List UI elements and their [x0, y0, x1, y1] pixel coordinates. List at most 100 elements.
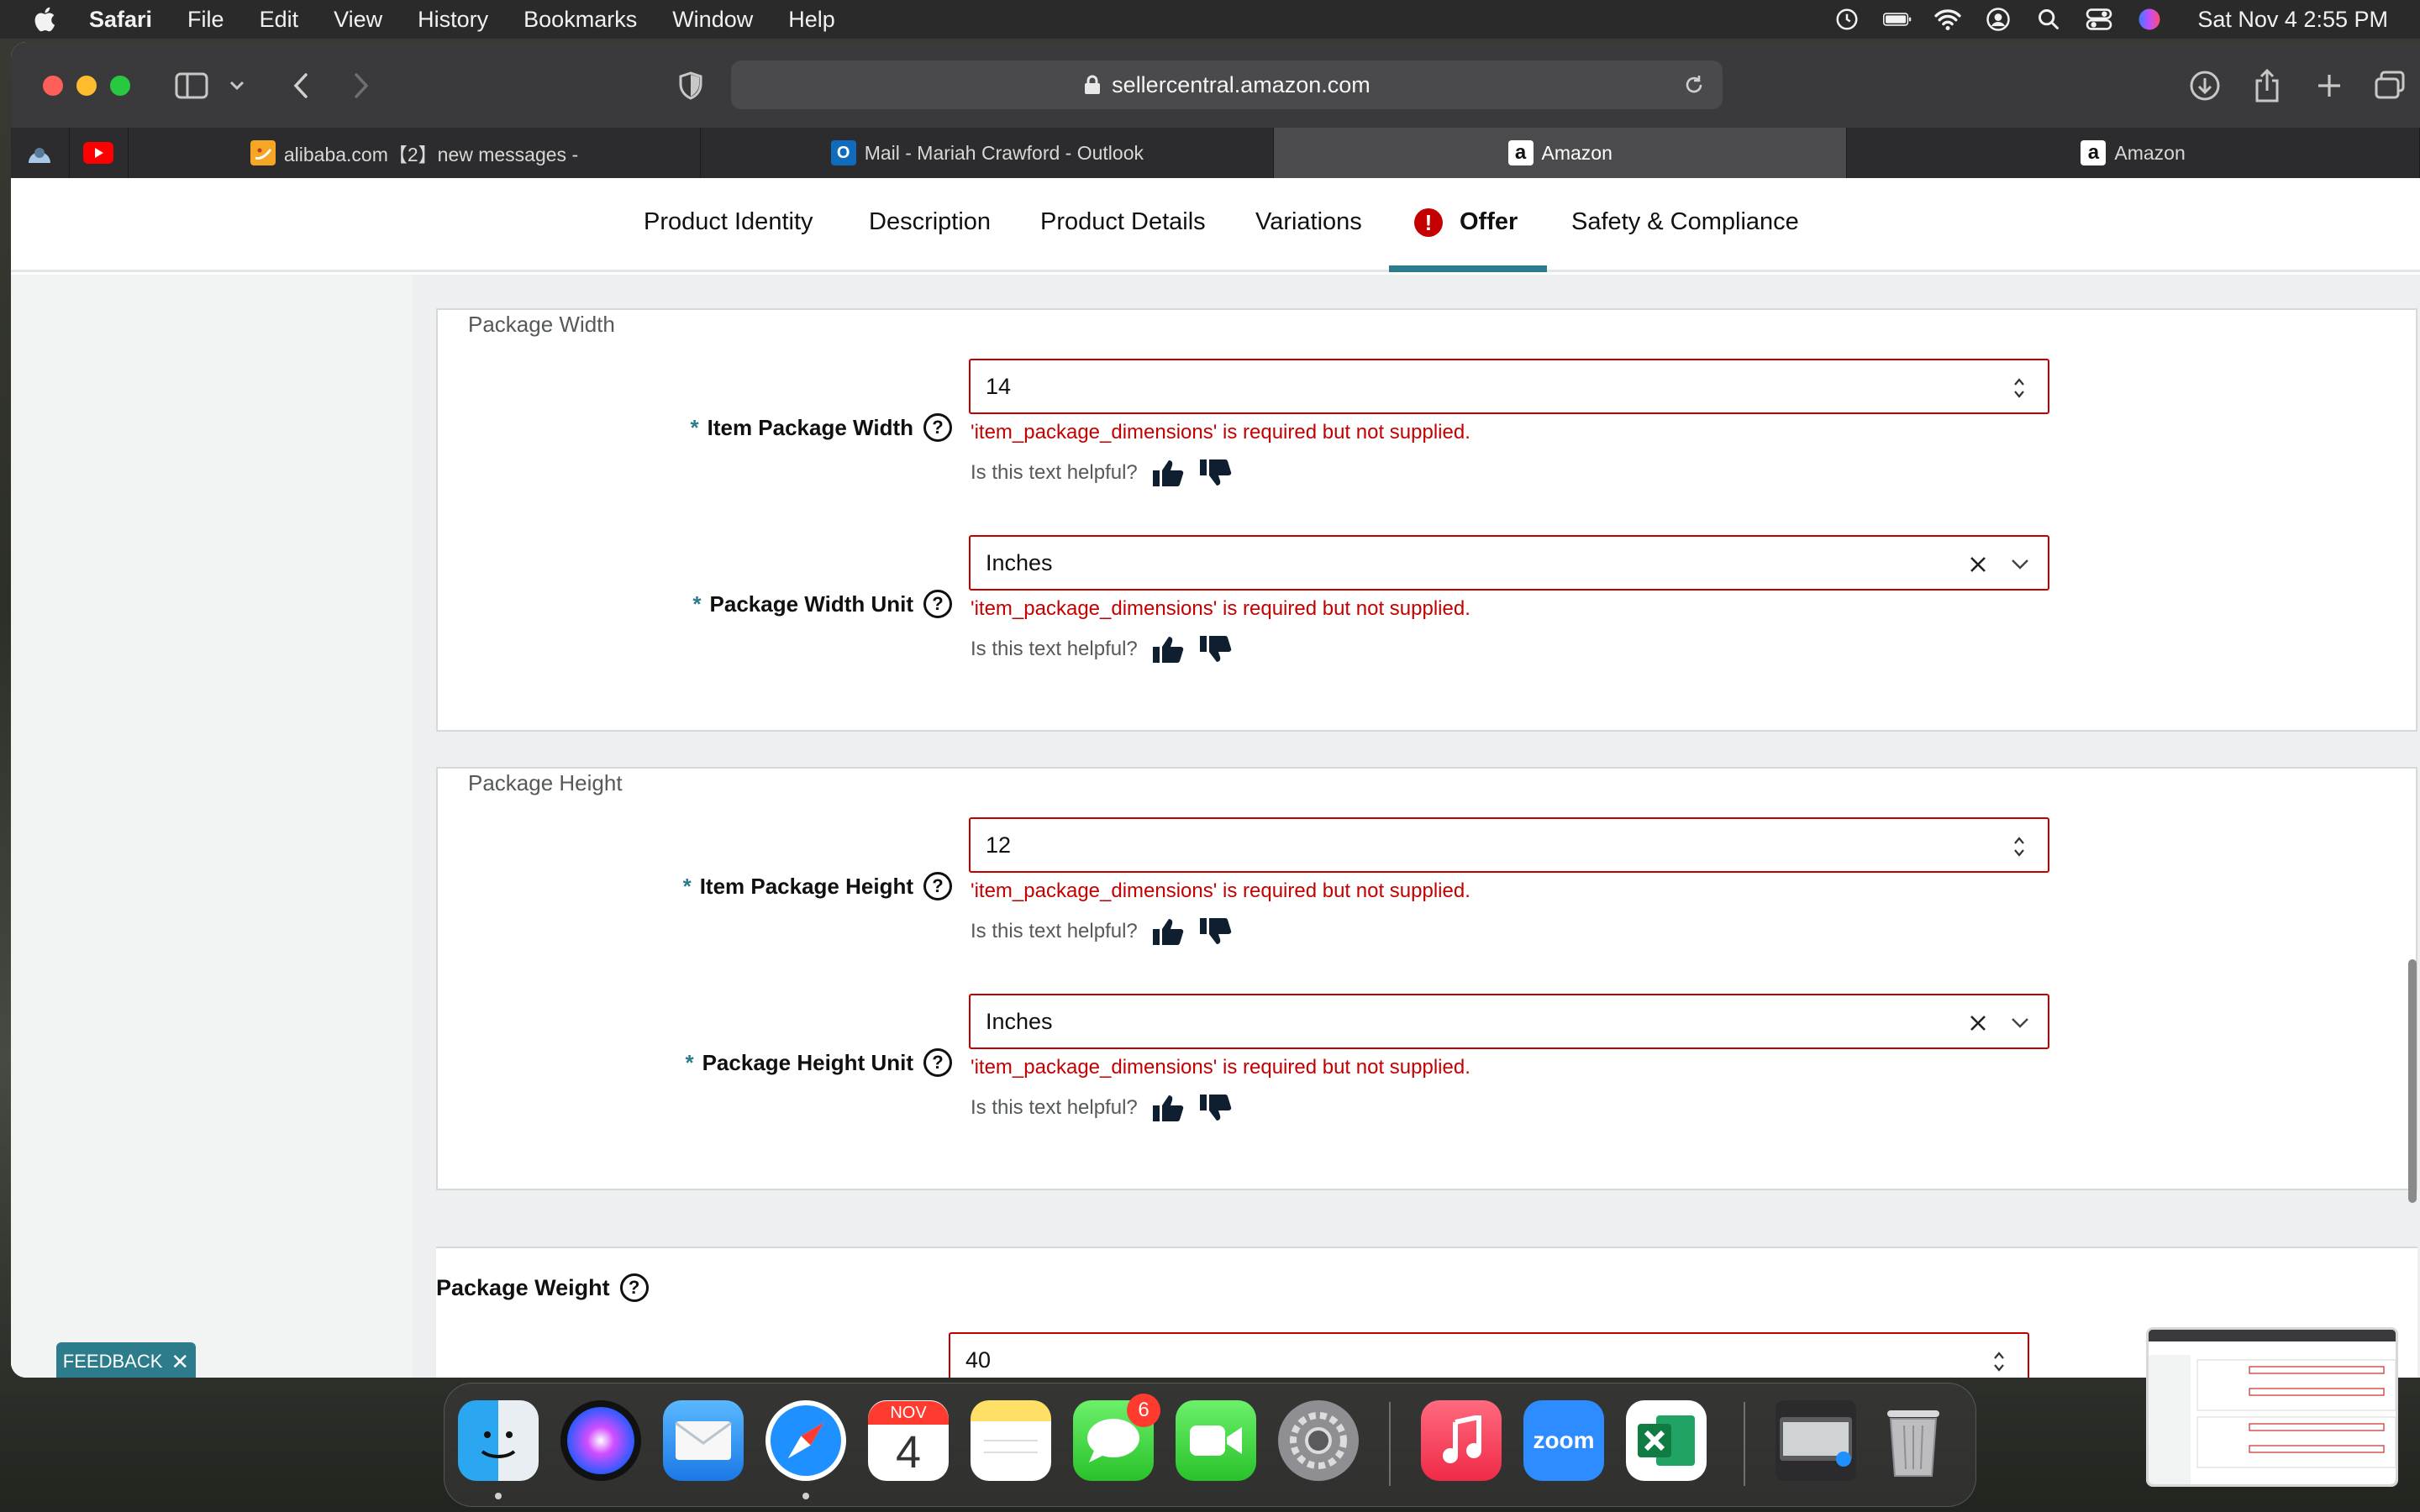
- menu-window[interactable]: Window: [672, 7, 753, 33]
- menu-clock[interactable]: Sat Nov 4 2:55 PM: [2197, 7, 2388, 33]
- help-icon[interactable]: ?: [923, 590, 952, 618]
- thumbs-up-icon[interactable]: [1151, 634, 1185, 664]
- tab-description[interactable]: Description: [869, 208, 991, 236]
- menu-app-name[interactable]: Safari: [89, 7, 152, 33]
- tab-alibaba[interactable]: alibaba.com【2】new messages -: [129, 128, 702, 178]
- help-icon[interactable]: ?: [923, 1048, 952, 1077]
- menu-help[interactable]: Help: [788, 7, 835, 33]
- tab-variations[interactable]: Variations: [1255, 208, 1362, 236]
- safari-icon[interactable]: [765, 1400, 846, 1481]
- screenshot-preview-thumbnail[interactable]: [2146, 1327, 2398, 1487]
- chevron-down-icon[interactable]: [2009, 1014, 2031, 1032]
- recent-window-icon[interactable]: [1776, 1400, 1856, 1481]
- calendar-icon[interactable]: NOV 4: [868, 1400, 949, 1481]
- chevron-down-icon[interactable]: [224, 66, 250, 106]
- active-tab-indicator: [1389, 265, 1547, 272]
- tab-outlook[interactable]: O Mail - Mariah Crawford - Outlook: [701, 128, 1275, 178]
- package-height-unit-select[interactable]: Inches: [969, 994, 2049, 1049]
- new-tab-icon[interactable]: [2308, 66, 2350, 106]
- item-package-width-label: * Item Package Width ?: [438, 411, 952, 444]
- tab-product-details[interactable]: Product Details: [1040, 208, 1206, 236]
- tab-offer[interactable]: Offer: [1460, 208, 1518, 236]
- pinned-tab-youtube[interactable]: [70, 128, 129, 178]
- address-bar[interactable]: sellercentral.amazon.com: [731, 60, 1723, 109]
- wifi-icon[interactable]: [1933, 7, 1962, 32]
- system-preferences-icon[interactable]: [1278, 1400, 1359, 1481]
- finder-icon[interactable]: [458, 1400, 539, 1481]
- tab-bar: alibaba.com【2】new messages - O Mail - Ma…: [11, 128, 2420, 178]
- menu-edit[interactable]: Edit: [260, 7, 299, 33]
- excel-icon[interactable]: [1626, 1400, 1707, 1481]
- tab-product-identity[interactable]: Product Identity: [644, 208, 813, 236]
- feedback-button[interactable]: FEEDBACK ✕: [56, 1342, 196, 1378]
- time-machine-icon[interactable]: [1833, 7, 1861, 32]
- close-window-button[interactable]: [43, 76, 63, 96]
- thumbs-up-icon[interactable]: [1151, 458, 1185, 488]
- notes-icon[interactable]: [971, 1400, 1051, 1481]
- package-weight-input[interactable]: 40: [949, 1332, 2029, 1378]
- error-message: 'item_package_dimensions' is required bu…: [971, 597, 1470, 620]
- tab-amazon[interactable]: a Amazon: [1847, 128, 2420, 178]
- reload-icon[interactable]: [1682, 73, 1706, 97]
- package-height-section: Package Height * Item Package Height ? 1…: [436, 767, 2417, 1190]
- minimize-window-button[interactable]: [76, 76, 97, 96]
- sidebar-toggle-icon[interactable]: [171, 66, 213, 106]
- menu-file[interactable]: File: [187, 7, 224, 33]
- thumbs-up-icon[interactable]: [1151, 1093, 1185, 1123]
- control-center-icon[interactable]: [2085, 7, 2113, 32]
- forward-icon[interactable]: [340, 66, 382, 106]
- close-icon[interactable]: ✕: [171, 1349, 189, 1375]
- item-package-height-input[interactable]: 12: [969, 817, 2049, 873]
- input-value: 40: [965, 1347, 992, 1373]
- package-width-unit-select[interactable]: Inches: [969, 535, 2049, 591]
- apple-icon[interactable]: [32, 5, 60, 34]
- messages-icon[interactable]: 6: [1073, 1394, 1160, 1481]
- stepper-icon[interactable]: [2012, 834, 2026, 859]
- thumbs-up-icon[interactable]: [1151, 916, 1185, 947]
- menu-view[interactable]: View: [334, 7, 382, 33]
- package-weight-section: Package Weight ? 40: [436, 1247, 2417, 1378]
- tab-amazon-active[interactable]: a Amazon: [1274, 128, 1848, 178]
- scrollbar[interactable]: [2408, 959, 2417, 1203]
- help-icon[interactable]: ?: [923, 413, 952, 442]
- help-icon[interactable]: ?: [923, 872, 952, 900]
- trash-icon[interactable]: [1873, 1400, 1954, 1481]
- user-account-icon[interactable]: [1984, 7, 2012, 32]
- running-indicator: [802, 1493, 809, 1499]
- label-text: Package Width Unit: [709, 591, 913, 617]
- item-package-width-input[interactable]: 14: [969, 359, 2049, 414]
- facetime-icon[interactable]: [1176, 1400, 1256, 1481]
- chevron-down-icon[interactable]: [2009, 555, 2031, 574]
- siri-icon[interactable]: [2135, 7, 2164, 32]
- title-text: Package Weight: [436, 1274, 610, 1300]
- stepper-icon[interactable]: [1992, 1349, 2006, 1374]
- back-icon[interactable]: [280, 66, 322, 106]
- siri-dock-icon[interactable]: [560, 1400, 641, 1481]
- downloads-icon[interactable]: [2184, 66, 2226, 106]
- thumbs-down-icon[interactable]: [1198, 634, 1232, 664]
- clear-icon[interactable]: [1967, 554, 1989, 575]
- mail-icon[interactable]: [663, 1400, 744, 1481]
- clear-icon[interactable]: [1967, 1012, 1989, 1034]
- thumbs-down-icon[interactable]: [1198, 1093, 1232, 1123]
- spotlight-search-icon[interactable]: [2034, 7, 2063, 32]
- menu-history[interactable]: History: [418, 7, 488, 33]
- zoom-window-button[interactable]: [110, 76, 130, 96]
- zoom-icon[interactable]: zoom: [1523, 1400, 1604, 1481]
- menu-bookmarks[interactable]: Bookmarks: [523, 7, 637, 33]
- tab-safety-compliance[interactable]: Safety & Compliance: [1571, 208, 1799, 236]
- share-icon[interactable]: [2246, 66, 2288, 106]
- thumbs-down-icon[interactable]: [1198, 916, 1232, 947]
- privacy-shield-icon[interactable]: [670, 66, 712, 106]
- running-indicator: [495, 1493, 502, 1499]
- battery-icon[interactable]: [1883, 7, 1912, 32]
- error-message: 'item_package_dimensions' is required bu…: [971, 421, 1470, 444]
- stepper-icon[interactable]: [2012, 375, 2026, 401]
- pinned-tab-cloud[interactable]: [11, 128, 70, 178]
- music-icon[interactable]: [1421, 1400, 1502, 1481]
- thumbs-down-icon[interactable]: [1198, 458, 1232, 488]
- required-mark: *: [682, 873, 692, 899]
- help-icon[interactable]: ?: [619, 1273, 649, 1302]
- helpful-prompt: Is this text helpful?: [971, 1096, 1138, 1119]
- tab-overview-icon[interactable]: [2369, 66, 2411, 106]
